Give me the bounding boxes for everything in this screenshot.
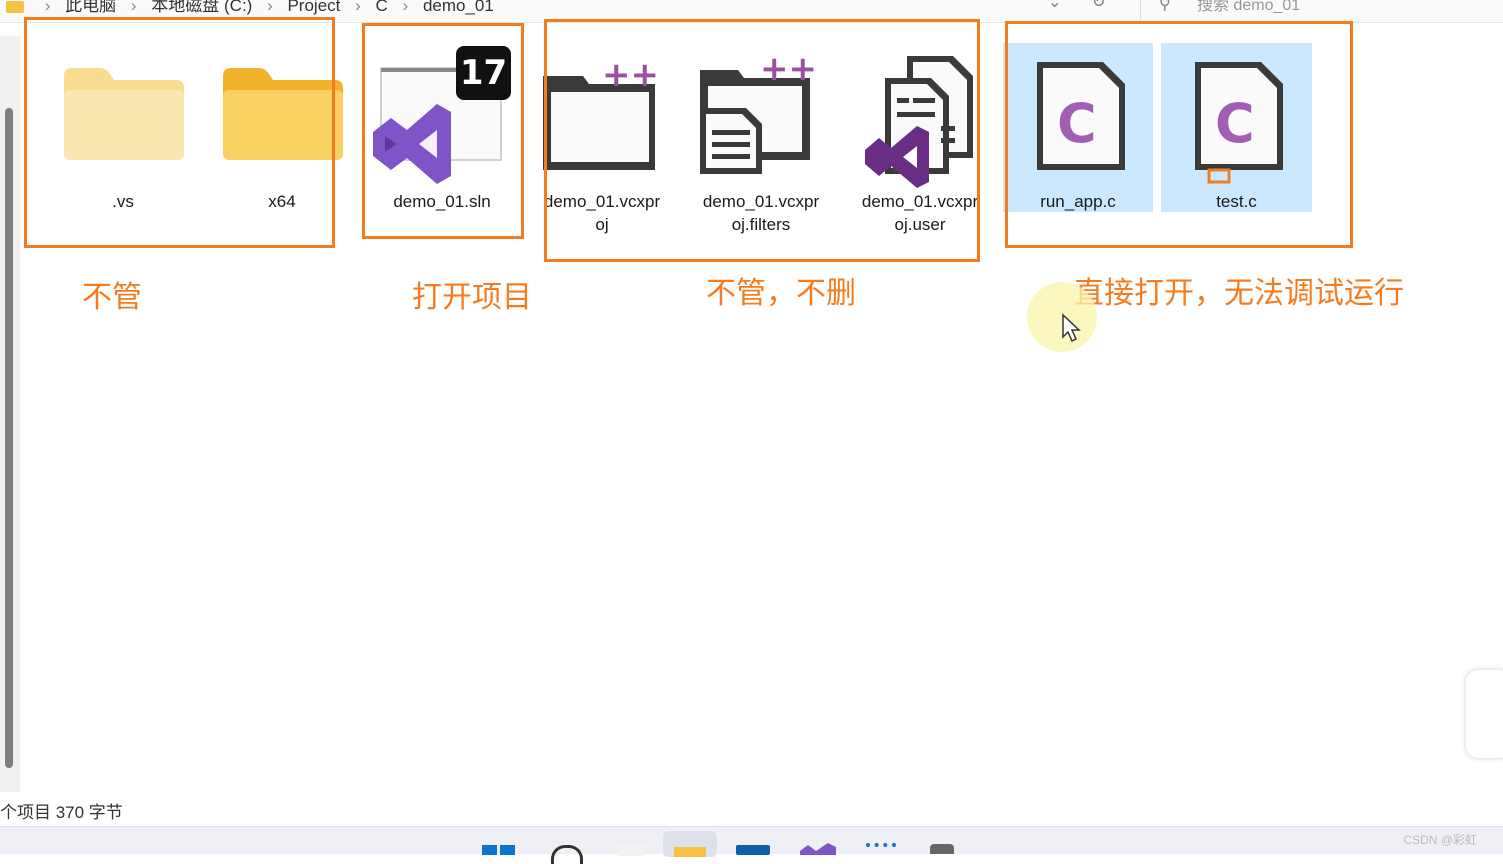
annotation-open-project: 打开项目 xyxy=(412,280,532,315)
search-input[interactable]: ⚲ 搜索 demo_01 xyxy=(1140,0,1501,20)
annotation-box-open-project xyxy=(362,23,524,239)
breadcrumb-item-project[interactable]: Project xyxy=(287,0,340,15)
breadcrumb-item-demo[interactable]: demo_01 xyxy=(423,0,494,15)
annotation-ignore-no-delete: 不管，不删 xyxy=(706,276,856,311)
chevron-right-icon: › xyxy=(402,0,409,15)
chevron-right-icon: › xyxy=(130,0,137,15)
taskbar: CSDN @彩虹 xyxy=(0,826,1503,864)
visual-studio-taskbar-icon[interactable] xyxy=(800,842,836,855)
annotation-box-c-files xyxy=(1005,21,1353,248)
breadcrumb-item-this-pc[interactable]: 此电脑 xyxy=(65,0,116,15)
breadcrumb-item-local-disk[interactable]: 本地磁盘 (C:) xyxy=(151,0,252,15)
chevron-right-icon: › xyxy=(267,0,273,15)
visual-studio-icon xyxy=(800,843,836,855)
calendar-icon[interactable] xyxy=(866,843,896,857)
annotation-box-keep xyxy=(544,19,980,262)
annotation-ignore: 不管 xyxy=(82,280,142,315)
store-icon[interactable] xyxy=(736,845,770,855)
folder-icon xyxy=(6,0,24,13)
chevron-down-icon[interactable]: ⌄ xyxy=(1048,0,1061,12)
chevron-right-icon: › xyxy=(355,0,361,15)
breadcrumb-item-c[interactable]: C xyxy=(376,0,388,15)
annotation-box-ignore xyxy=(24,17,335,248)
search-icon: ⚲ xyxy=(1159,0,1171,13)
breadcrumb: › 此电脑 › 本地磁盘 (C:) › Project › C › demo_0… xyxy=(6,0,494,16)
refresh-icon[interactable]: ↻ xyxy=(1092,0,1105,12)
scrollbar-thumb[interactable] xyxy=(5,108,13,768)
watermark: CSDN @彩虹 xyxy=(1403,833,1477,847)
file-explorer-icon[interactable] xyxy=(663,831,717,857)
status-bar: 个项目 370 字节 xyxy=(0,794,1503,824)
search-icon[interactable] xyxy=(551,845,583,864)
mouse-pointer-icon xyxy=(1062,313,1081,343)
status-text: 个项目 370 字节 xyxy=(0,803,123,822)
floating-panel[interactable] xyxy=(1466,670,1503,758)
scrollbar[interactable] xyxy=(0,36,20,792)
chevron-right-icon: › xyxy=(44,0,51,15)
annotation-direct-open: 直接打开，无法调试运行 xyxy=(1074,276,1404,311)
task-view-icon[interactable] xyxy=(617,844,645,856)
search-placeholder: 搜索 demo_01 xyxy=(1197,0,1301,14)
